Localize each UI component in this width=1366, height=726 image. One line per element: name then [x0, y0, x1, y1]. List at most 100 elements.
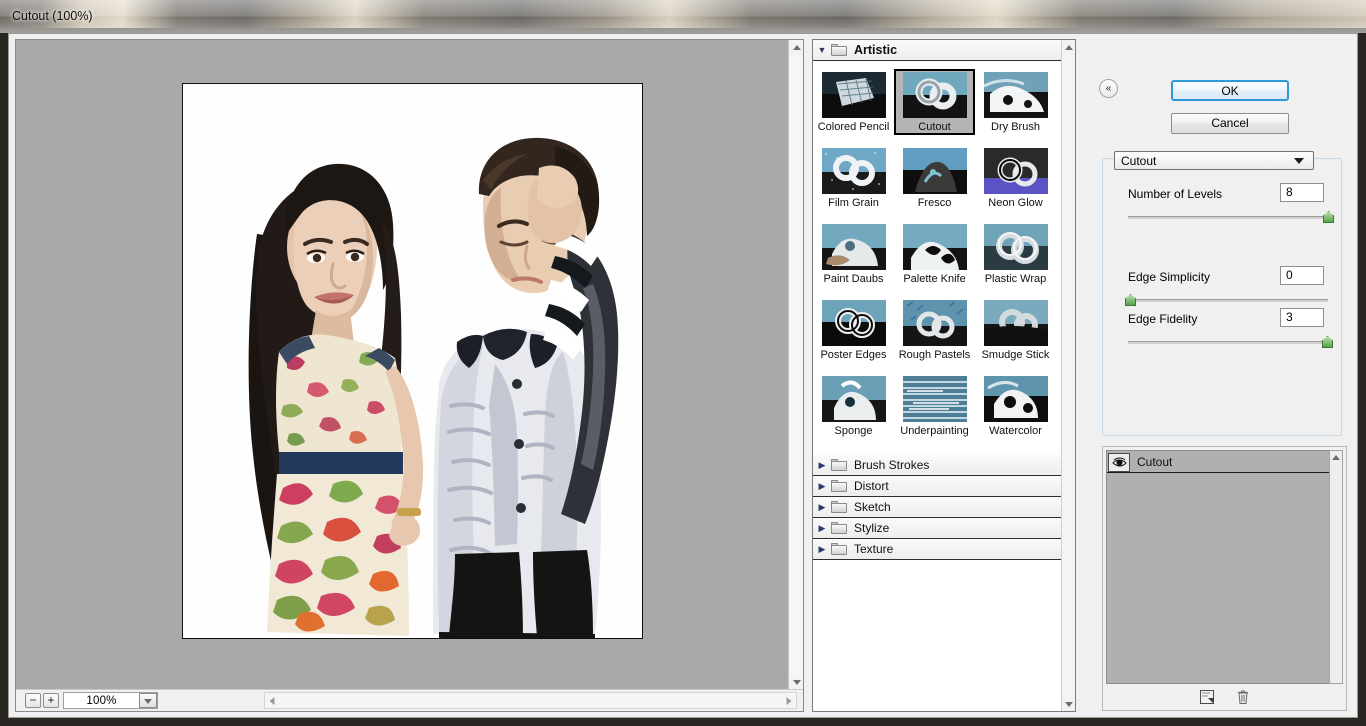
filter-label: Sponge [834, 425, 873, 437]
category-label: Texture [854, 542, 894, 556]
trash-icon[interactable] [1235, 689, 1251, 705]
edge-simplicity-input[interactable]: 0 [1280, 266, 1324, 285]
thumbnail-preview [821, 148, 886, 194]
filter-thumb-cutout[interactable]: Cutout [894, 69, 975, 135]
filter-label: Dry Brush [991, 121, 1040, 133]
preview-pane: − + 100% [15, 39, 804, 712]
filter-settings-group: Number of Levels 8 Edge Simplicity 0 Edg… [1102, 158, 1342, 436]
thumbnail-preview [902, 376, 967, 422]
slider-track [1128, 299, 1328, 302]
thumbnail-preview [983, 300, 1048, 346]
filter-thumb-poster-edges[interactable]: Poster Edges [813, 297, 894, 363]
category-label: Brush Strokes [854, 458, 930, 472]
slider-knob[interactable] [1323, 211, 1334, 223]
filter-thumb-dry-brush[interactable]: Dry Brush [975, 69, 1056, 135]
filter-thumb-underpainting[interactable]: Underpainting [894, 373, 975, 439]
filter-thumb-plastic-wrap[interactable]: Plastic Wrap [975, 221, 1056, 287]
category-header-sketch[interactable]: ▶ Sketch [813, 497, 1062, 518]
setting-label: Edge Simplicity [1128, 270, 1211, 284]
scroll-up-arrow-icon[interactable] [1062, 40, 1075, 55]
edge-fidelity-input[interactable]: 3 [1280, 308, 1324, 327]
filter-label: Palette Knife [903, 273, 966, 285]
folder-icon [831, 542, 848, 556]
filter-gallery-window: Cutout (100%) − + 100% ▼ Artistic Colore… [0, 0, 1366, 726]
filter-thumb-neon-glow[interactable]: Neon Glow [975, 145, 1056, 211]
slider-knob[interactable] [1125, 294, 1136, 306]
filter-label: Paint Daubs [823, 273, 884, 285]
chevron-down-icon [1294, 157, 1304, 164]
folder-icon [831, 479, 848, 493]
collapse-gallery-button[interactable]: « [1099, 79, 1118, 98]
eye-visibility-icon[interactable] [1108, 452, 1130, 472]
filter-thumb-sponge[interactable]: Sponge [813, 373, 894, 439]
new-effect-layer-glyph [1199, 690, 1214, 704]
edge-simplicity-slider[interactable] [1125, 294, 1328, 306]
preview-bottom-bar: − + 100% [16, 689, 803, 711]
filter-label: Poster Edges [820, 349, 887, 361]
number-of-levels-input[interactable]: 8 [1280, 183, 1324, 202]
slider-knob[interactable] [1322, 336, 1333, 348]
category-header-brush-strokes[interactable]: ▶ Brush Strokes [813, 455, 1062, 476]
chevron-down-icon [144, 698, 152, 704]
thumbnail-preview [902, 72, 967, 118]
filter-thumb-paint-daubs[interactable]: Paint Daubs [813, 221, 894, 287]
filter-label: Smudge Stick [981, 349, 1050, 361]
filter-name-dropdown[interactable]: Cutout [1114, 151, 1314, 170]
preview-horizontal-scrollbar[interactable] [264, 692, 797, 709]
filter-thumb-film-grain[interactable]: Film Grain [813, 145, 894, 211]
gallery-vertical-scrollbar[interactable] [1061, 40, 1075, 711]
zoom-level-value: 100% [86, 694, 117, 707]
folder-icon [831, 43, 848, 57]
ok-button[interactable]: OK [1171, 80, 1289, 101]
settings-panel: « OK Cancel Number of Levels 8 Edge Simp… [1084, 39, 1352, 712]
filter-thumb-fresco[interactable]: Fresco [894, 145, 975, 211]
zoom-out-button[interactable]: − [25, 693, 41, 708]
zoom-in-button[interactable]: + [43, 693, 59, 708]
thumbnail-preview [983, 72, 1048, 118]
category-header-distort[interactable]: ▶ Distort [813, 476, 1062, 497]
thumbnail-preview [821, 300, 886, 346]
effect-layer-row[interactable]: Cutout [1107, 451, 1329, 473]
setting-label: Edge Fidelity [1128, 312, 1198, 326]
filter-label: Neon Glow [988, 197, 1043, 209]
scroll-up-arrow-icon[interactable] [789, 40, 803, 56]
chevron-down-icon: ▼ [817, 45, 827, 55]
chevron-right-icon: ▶ [818, 501, 826, 512]
category-header-stylize[interactable]: ▶ Stylize [813, 518, 1062, 539]
filter-thumb-smudge-stick[interactable]: Smudge Stick [975, 297, 1056, 363]
filter-thumb-rough-pastels[interactable]: Rough Pastels [894, 297, 975, 363]
category-label: Artistic [854, 43, 898, 57]
filter-thumb-palette-knife[interactable]: Palette Knife [894, 221, 975, 287]
category-header-artistic[interactable]: ▼ Artistic [813, 40, 1062, 61]
scroll-down-arrow-icon[interactable] [789, 674, 803, 690]
thumbnail-preview [902, 300, 967, 346]
category-label: Stylize [854, 521, 890, 535]
preview-vertical-scrollbar[interactable] [788, 40, 803, 690]
thumbnail-preview [983, 148, 1048, 194]
slider-track [1128, 341, 1328, 344]
effects-vertical-scrollbar[interactable] [1329, 450, 1343, 684]
edge-fidelity-slider[interactable] [1128, 336, 1333, 348]
dialog-client-area: − + 100% ▼ Artistic Colored Pencil Cutou… [8, 33, 1358, 718]
preview-canvas[interactable] [16, 40, 789, 690]
filter-label: Colored Pencil [817, 121, 890, 133]
effect-layer-name: Cutout [1137, 454, 1173, 469]
scroll-down-arrow-icon[interactable] [1062, 696, 1075, 711]
filter-label: Cutout [918, 121, 951, 133]
zoom-dropdown-button[interactable] [139, 693, 157, 708]
filter-thumb-colored-pencil[interactable]: Colored Pencil [813, 69, 894, 135]
scroll-left-arrow-icon[interactable] [265, 693, 279, 708]
chevron-right-icon: ▶ [818, 522, 826, 533]
zoom-level-field[interactable]: 100% [63, 692, 158, 709]
filter-thumb-watercolor[interactable]: Watercolor [975, 373, 1056, 439]
window-title: Cutout (100%) [12, 9, 93, 23]
effect-layers-list: Cutout [1106, 450, 1330, 684]
folder-icon [831, 500, 848, 514]
scroll-right-arrow-icon[interactable] [782, 693, 796, 708]
filter-label: Rough Pastels [898, 349, 971, 361]
category-header-texture[interactable]: ▶ Texture [813, 539, 1062, 560]
new-effect-layer-icon[interactable] [1199, 689, 1215, 705]
cancel-button[interactable]: Cancel [1171, 113, 1289, 134]
number-of-levels-slider[interactable] [1128, 211, 1334, 223]
filtered-photo-svg [183, 84, 642, 638]
